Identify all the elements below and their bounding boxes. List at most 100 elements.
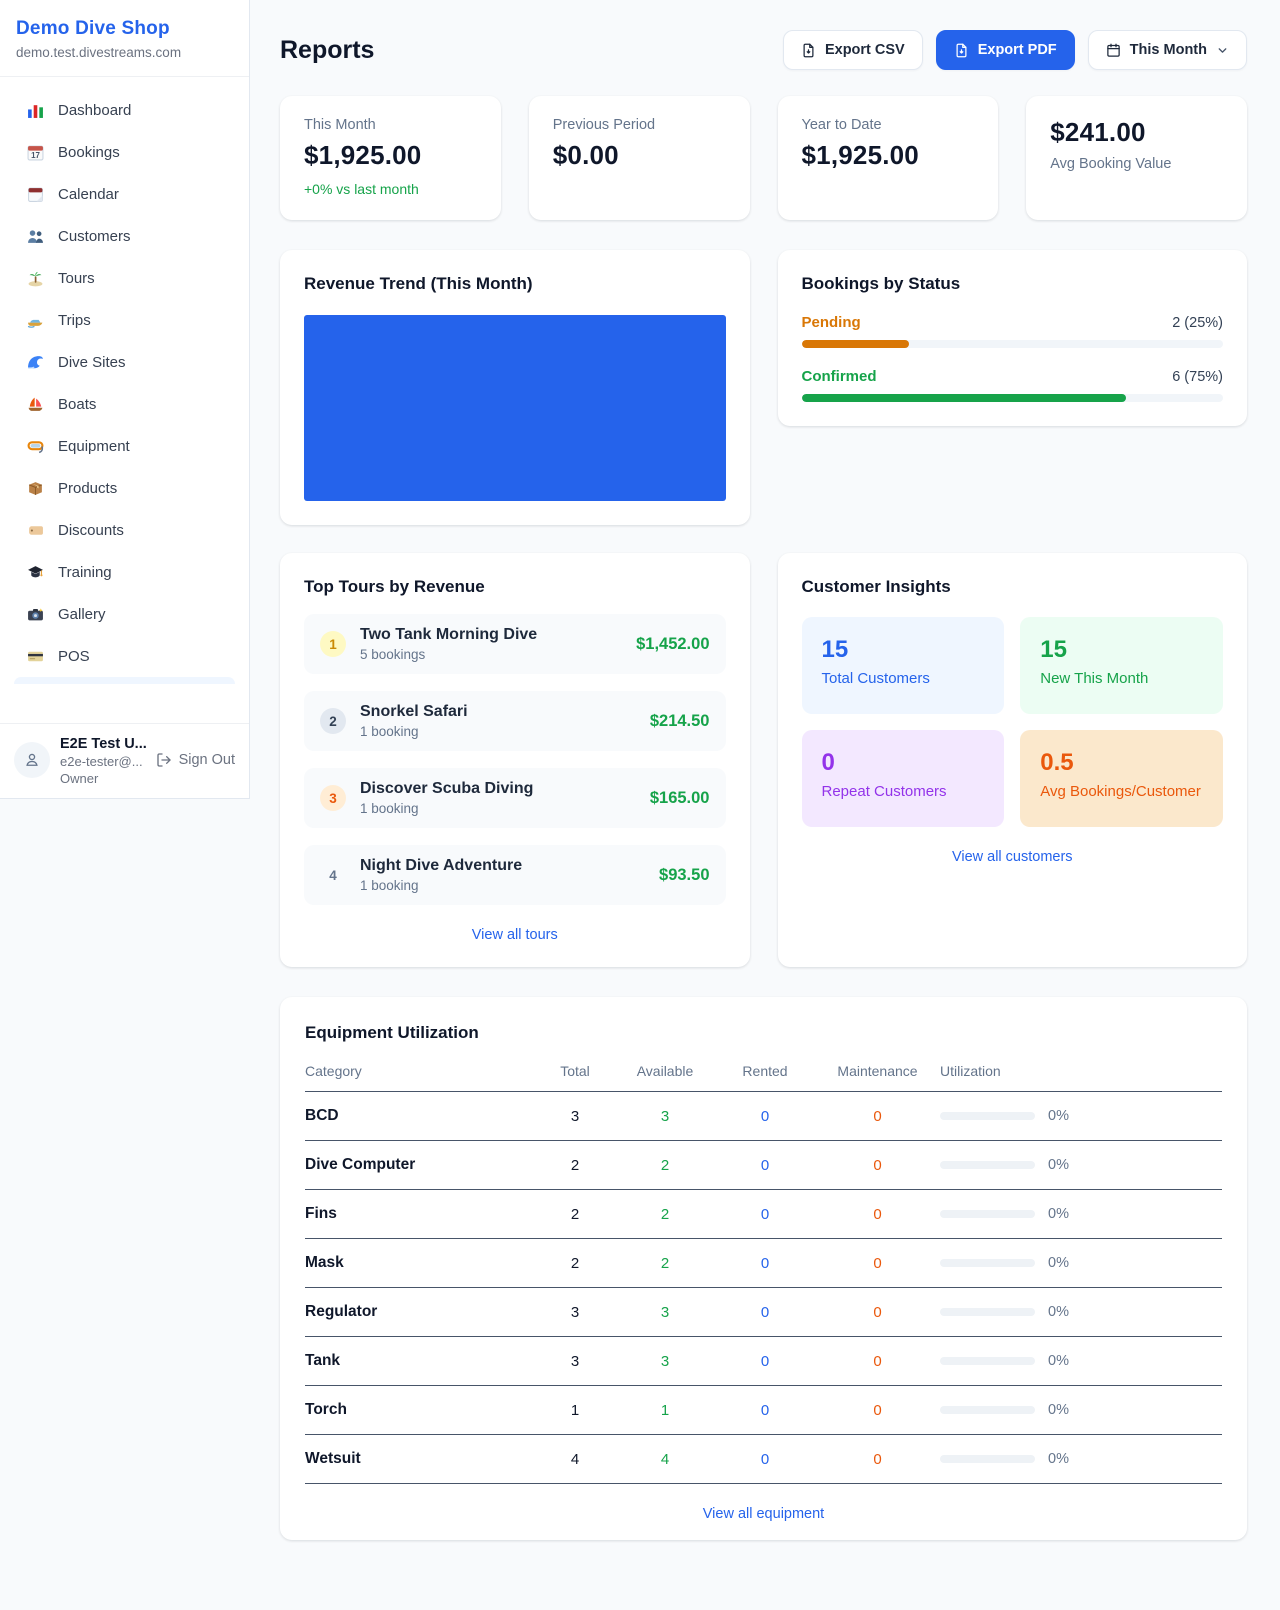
cell-rented: 0: [715, 1304, 815, 1321]
user-email: e2e-tester@...: [60, 754, 146, 769]
cell-rented: 0: [715, 1402, 815, 1419]
utilization-bar: [940, 1308, 1035, 1316]
cell-utilization: 0%: [1048, 1206, 1069, 1222]
cell-utilization: 0%: [1048, 1157, 1069, 1173]
sidebar-item-label: Gallery: [58, 606, 106, 623]
sidebar-item-bookings[interactable]: 17 Bookings: [14, 131, 235, 173]
equipment-utilization-card: Equipment Utilization Category Total Ava…: [280, 997, 1247, 1540]
dive-mask-icon: [26, 437, 44, 455]
view-all-equipment-link[interactable]: View all equipment: [305, 1506, 1222, 1522]
sidebar-item-dashboard[interactable]: Dashboard: [14, 89, 235, 131]
export-pdf-button[interactable]: Export PDF: [936, 30, 1075, 70]
export-pdf-label: Export PDF: [978, 42, 1057, 58]
stat-delta: +0% vs last month: [304, 181, 477, 197]
cell-rented: 0: [715, 1451, 815, 1468]
sidebar-item-boats[interactable]: Boats: [14, 383, 235, 425]
pending-bar-track: [802, 340, 1224, 348]
tile-value: 0.5: [1040, 749, 1203, 777]
sidebar: Demo Dive Shop demo.test.divestreams.com…: [0, 0, 250, 799]
cell-rented: 0: [715, 1353, 815, 1370]
insight-tile-total-customers: 15 Total Customers: [802, 617, 1005, 714]
sidebar-item-tours[interactable]: Tours: [14, 257, 235, 299]
confirmed-bar-track: [802, 394, 1224, 402]
person-icon: [23, 751, 41, 769]
sign-out-button[interactable]: Sign Out: [156, 752, 235, 768]
rank-badge: 1: [320, 631, 346, 657]
cell-maintenance: 0: [815, 1255, 940, 1272]
revenue-trend-card: Revenue Trend (This Month): [280, 250, 750, 525]
sidebar-item-label: Calendar: [58, 186, 119, 203]
cell-maintenance: 0: [815, 1157, 940, 1174]
sidebar-header: Demo Dive Shop demo.test.divestreams.com: [0, 0, 249, 77]
cell-available: 4: [615, 1451, 715, 1468]
insight-tile-avg-bookings: 0.5 Avg Bookings/Customer: [1020, 730, 1223, 827]
calendar-icon: [1106, 43, 1121, 58]
table-row: Torch 1 1 0 0 0%: [305, 1386, 1222, 1435]
insight-tile-new-this-month: 15 New This Month: [1020, 617, 1223, 714]
tile-label: Total Customers: [822, 670, 985, 687]
cell-category: Regulator: [305, 1303, 535, 1321]
sidebar-item-reports-active-peek[interactable]: [14, 677, 235, 684]
cell-maintenance: 0: [815, 1451, 940, 1468]
view-all-tours-link[interactable]: View all tours: [304, 927, 726, 943]
sidebar-item-discounts[interactable]: Discounts: [14, 509, 235, 551]
col-header-category: Category: [305, 1063, 535, 1079]
cell-maintenance: 0: [815, 1108, 940, 1125]
cell-total: 2: [535, 1157, 615, 1174]
sidebar-nav: Dashboard 17 Bookings Calendar Customers…: [0, 77, 249, 723]
sidebar-item-label: Products: [58, 480, 117, 497]
view-all-customers-link[interactable]: View all customers: [802, 849, 1224, 865]
tear-off-calendar-icon: [26, 185, 44, 203]
table-row: BCD 3 3 0 0 0%: [305, 1092, 1222, 1141]
equipment-table-header: Category Total Available Rented Maintena…: [305, 1063, 1222, 1092]
utilization-bar: [940, 1161, 1035, 1169]
stat-card-this-month: This Month $1,925.00 +0% vs last month: [280, 96, 501, 220]
sidebar-item-dive-sites[interactable]: Dive Sites: [14, 341, 235, 383]
speedboat-icon: [26, 311, 44, 329]
tile-value: 0: [822, 749, 985, 777]
insight-tiles: 15 Total Customers 15 New This Month 0 R…: [802, 617, 1224, 827]
tour-row: 1 Two Tank Morning Dive 5 bookings $1,45…: [304, 614, 726, 674]
sidebar-item-products[interactable]: Products: [14, 467, 235, 509]
export-csv-label: Export CSV: [825, 42, 905, 58]
cell-available: 2: [615, 1157, 715, 1174]
sidebar-item-equipment[interactable]: Equipment: [14, 425, 235, 467]
tour-row: 3 Discover Scuba Diving 1 booking $165.0…: [304, 768, 726, 828]
tile-value: 15: [822, 636, 985, 664]
rank-badge: 2: [320, 708, 346, 734]
cell-category: Mask: [305, 1254, 535, 1272]
sidebar-item-trips[interactable]: Trips: [14, 299, 235, 341]
cell-rented: 0: [715, 1108, 815, 1125]
user-role: Owner: [60, 771, 146, 786]
equipment-utilization-title: Equipment Utilization: [305, 1023, 1222, 1043]
cell-total: 2: [535, 1206, 615, 1223]
charts-row: Revenue Trend (This Month) Bookings by S…: [280, 250, 1247, 525]
cell-total: 1: [535, 1402, 615, 1419]
sidebar-item-pos[interactable]: POS: [14, 635, 235, 677]
tour-name: Discover Scuba Diving: [360, 780, 533, 798]
cell-rented: 0: [715, 1157, 815, 1174]
sidebar-item-customers[interactable]: Customers: [14, 215, 235, 257]
cell-category: BCD: [305, 1107, 535, 1125]
sidebar-item-gallery[interactable]: Gallery: [14, 593, 235, 635]
tile-label: New This Month: [1040, 670, 1203, 687]
sidebar-item-calendar[interactable]: Calendar: [14, 173, 235, 215]
cell-available: 3: [615, 1108, 715, 1125]
cell-utilization: 0%: [1048, 1304, 1069, 1320]
cell-utilization: 0%: [1048, 1353, 1069, 1369]
sidebar-item-training[interactable]: Training: [14, 551, 235, 593]
sidebar-item-label: Customers: [58, 228, 131, 245]
stat-label: Year to Date: [802, 117, 975, 133]
stat-label: Avg Booking Value: [1050, 156, 1223, 172]
tile-label: Repeat Customers: [822, 783, 985, 800]
period-label: This Month: [1130, 42, 1207, 58]
sidebar-item-label: Trips: [58, 312, 91, 329]
cell-total: 3: [535, 1353, 615, 1370]
export-csv-button[interactable]: Export CSV: [783, 30, 923, 70]
period-dropdown[interactable]: This Month: [1088, 30, 1247, 70]
sidebar-item-label: Discounts: [58, 522, 124, 539]
sidebar-item-label: Tours: [58, 270, 95, 287]
page-header: Reports Export CSV Export PDF This Month: [280, 30, 1247, 70]
status-label: Confirmed: [802, 368, 877, 385]
rank-badge: 3: [320, 785, 346, 811]
